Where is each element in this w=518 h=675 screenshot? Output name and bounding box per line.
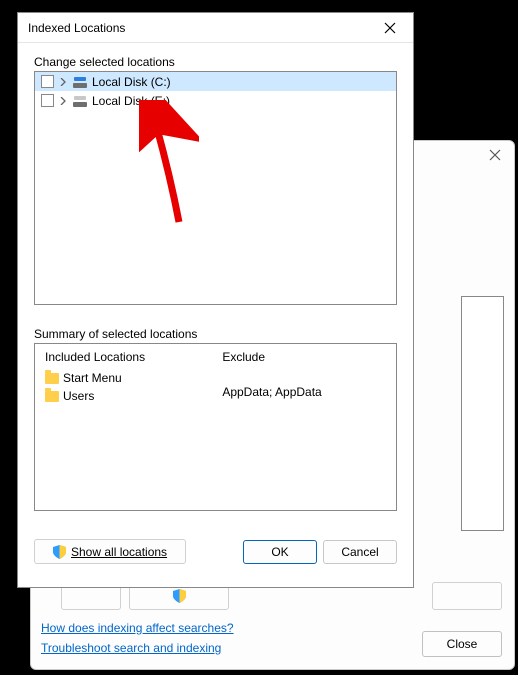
folder-icon — [45, 391, 59, 402]
dialog-title: Indexed Locations — [28, 21, 375, 35]
checkbox-e[interactable] — [41, 94, 54, 107]
show-all-label: Show all locations — [71, 545, 167, 559]
disk-icon — [72, 95, 88, 107]
bg-stub-3[interactable] — [432, 582, 502, 610]
exclude-header: Exclude — [222, 350, 386, 364]
cancel-button[interactable]: Cancel — [323, 540, 397, 564]
included-item: Users — [45, 388, 222, 404]
included-label: Start Menu — [63, 371, 122, 385]
summary-label: Summary of selected locations — [34, 327, 397, 341]
close-icon[interactable] — [375, 16, 405, 40]
bg-close-button[interactable]: Close — [422, 631, 502, 657]
included-item: Start Menu — [45, 370, 222, 386]
bg-close-icon[interactable] — [482, 145, 508, 165]
show-all-locations-button[interactable]: Show all locations — [34, 539, 186, 564]
tree-item-c[interactable]: Local Disk (C:) — [35, 72, 396, 91]
included-header: Included Locations — [45, 350, 222, 364]
expand-icon[interactable] — [58, 77, 68, 87]
checkbox-c[interactable] — [41, 75, 54, 88]
bg-panel — [461, 296, 504, 531]
expand-icon[interactable] — [58, 96, 68, 106]
link-troubleshoot[interactable]: Troubleshoot search and indexing — [41, 641, 234, 655]
tree-item-label: Local Disk (E:) — [92, 94, 170, 108]
folder-icon — [45, 373, 59, 384]
included-label: Users — [63, 389, 94, 403]
tree-item-label: Local Disk (C:) — [92, 75, 171, 89]
change-locations-label: Change selected locations — [34, 55, 397, 69]
locations-tree: Local Disk (C:) Local Disk (E:) — [34, 71, 397, 305]
ok-button[interactable]: OK — [243, 540, 317, 564]
summary-box: Included Locations Exclude Start Menu Us… — [34, 343, 397, 511]
link-how-indexing[interactable]: How does indexing affect searches? — [41, 621, 234, 635]
titlebar: Indexed Locations — [18, 13, 413, 43]
tree-item-e[interactable]: Local Disk (E:) — [35, 91, 396, 110]
disk-icon — [72, 76, 88, 88]
indexed-locations-dialog: Indexed Locations Change selected locati… — [17, 12, 414, 588]
exclude-label: AppData; AppData — [222, 385, 321, 399]
shield-icon — [53, 545, 66, 559]
exclude-item: AppData; AppData — [222, 384, 386, 400]
